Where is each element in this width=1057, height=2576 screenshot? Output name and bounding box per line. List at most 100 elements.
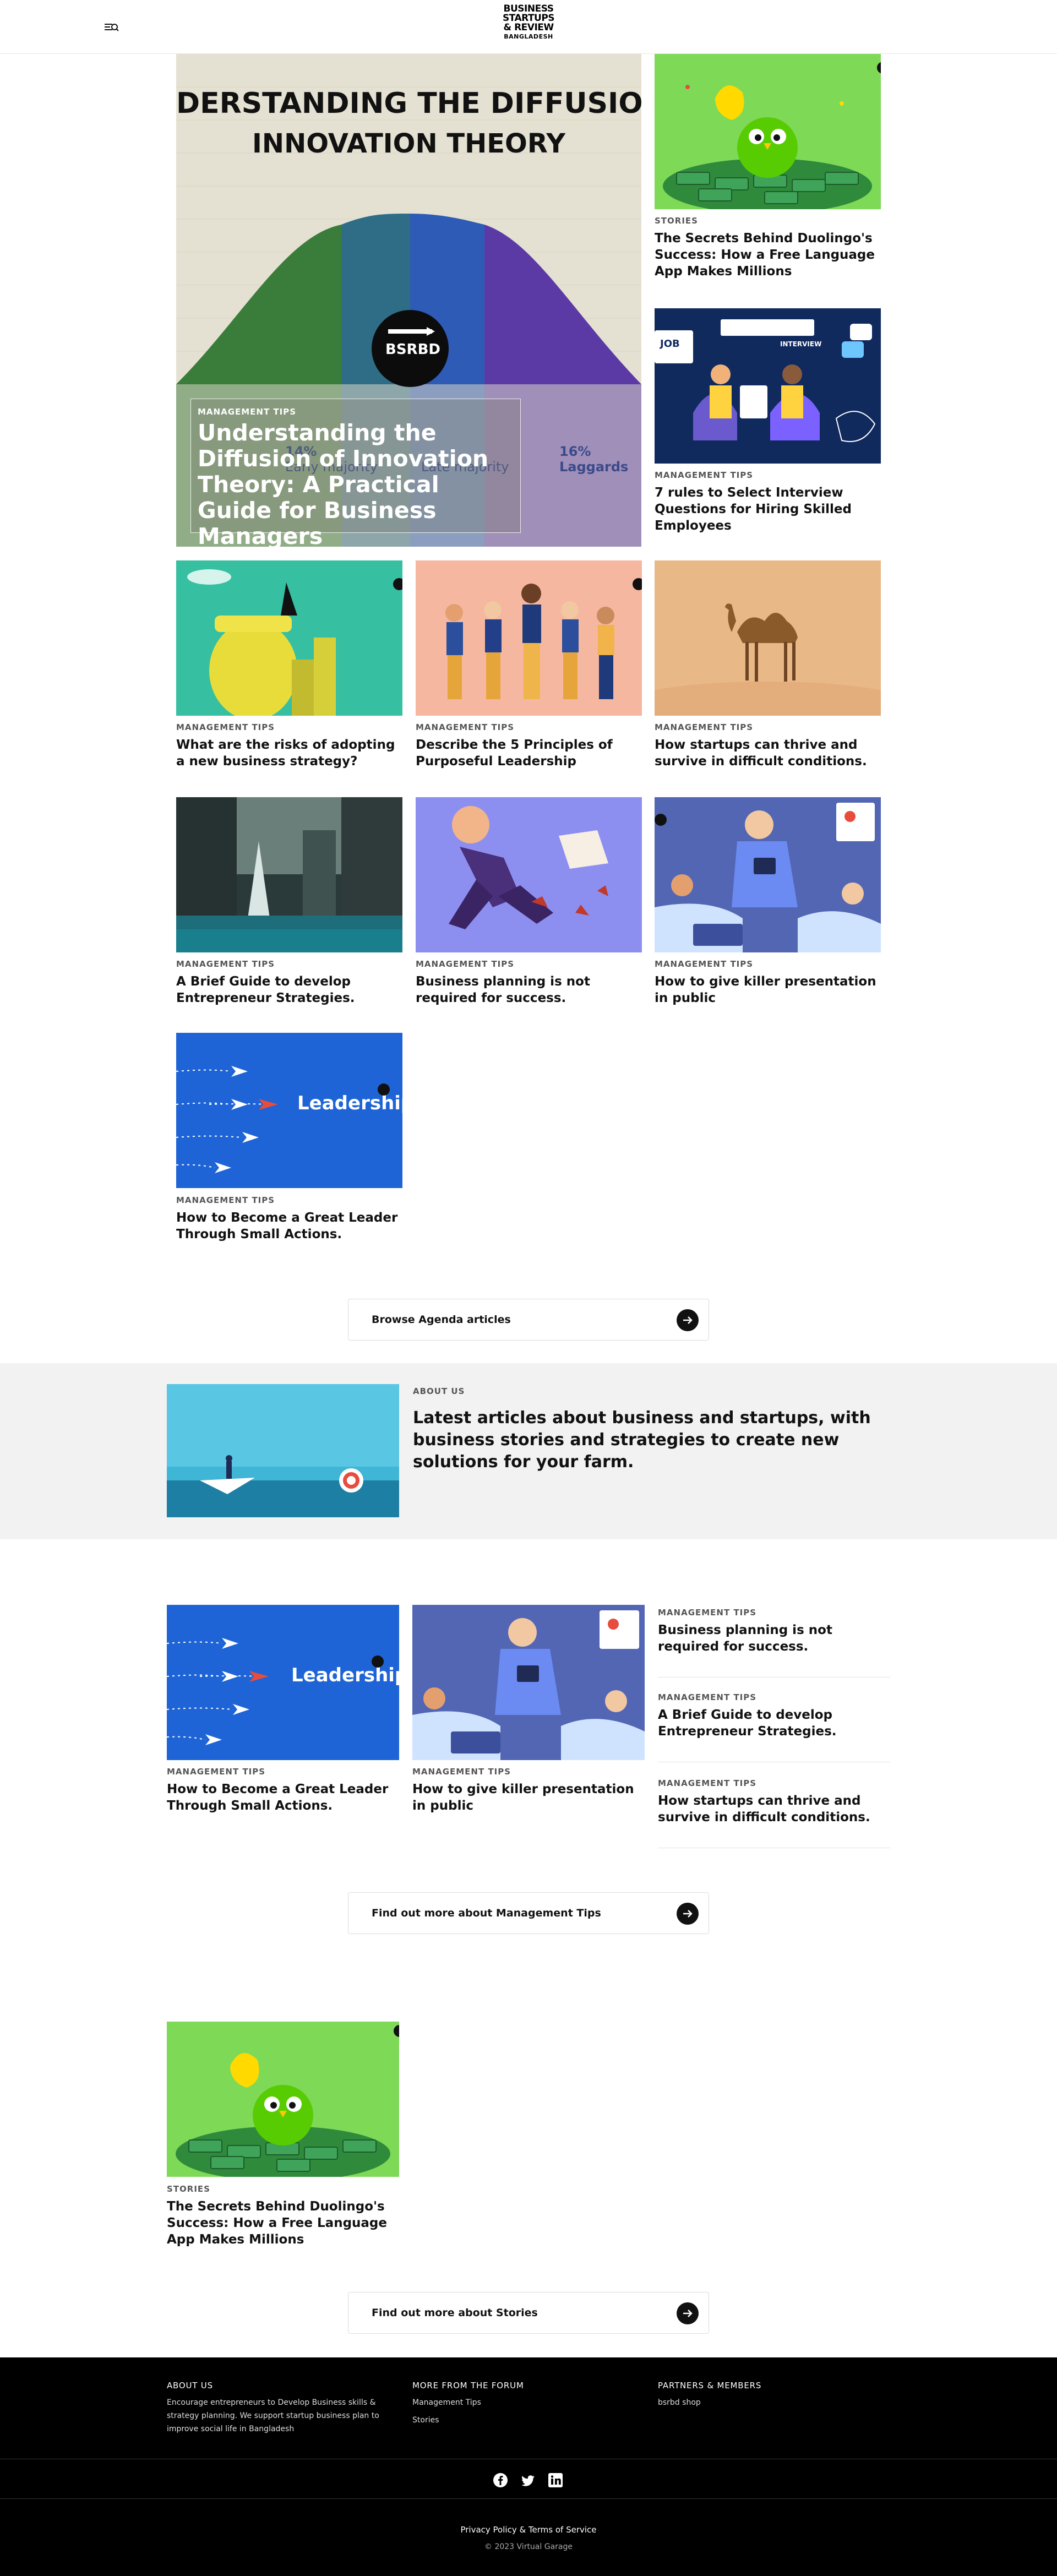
grid-article-3-image[interactable] (655, 560, 881, 716)
site-footer: ABOUT US Encourage entrepreneurs to Deve… (0, 2357, 1057, 2576)
grid-article-3-category: MANAGEMENT TIPS (655, 722, 754, 732)
presentation-image (412, 1605, 645, 1760)
footer-copyright: © 2023 Virtual Garage (484, 2542, 573, 2551)
side-article-2-category: MANAGEMENT TIPS (655, 470, 754, 480)
hero-badge-text: BSRBD (385, 341, 440, 358)
footer-link-stories[interactable]: Stories (412, 2414, 439, 2427)
menu-search-icon[interactable] (101, 19, 121, 35)
image-corner-badge (393, 578, 402, 590)
grid-article-7-image-text: Leadership (297, 1092, 402, 1114)
grid-article-3-title[interactable]: How startups can thrive and survive in d… (655, 737, 881, 770)
grid-article-5-title[interactable]: Business planning is not required for su… (416, 973, 642, 1006)
grid-article-6-image[interactable] (655, 797, 881, 952)
mgmt-list-1-title[interactable]: Business planning is not required for su… (658, 1622, 890, 1655)
footer-col1-heading: ABOUT US (167, 2381, 213, 2390)
footer-legal-link[interactable]: Privacy Policy & Terms of Service (0, 2525, 1057, 2535)
footer-col3-heading: PARTNERS & MEMBERS (658, 2381, 762, 2390)
mgmt-card-1-image-text: Leadership (291, 1664, 399, 1686)
side-article-2-image[interactable]: JOB INTERVIEW (655, 308, 881, 464)
footer-col2-heading: MORE FROM THE FORUM (412, 2381, 524, 2390)
hero-card[interactable]: DERSTANDING THE DIFFUSION O INNOVATION T… (176, 54, 641, 547)
image-corner-badge (633, 578, 642, 590)
mgmt-list-2-title[interactable]: A Brief Guide to develop Entrepreneur St… (658, 1707, 890, 1740)
mgmt-card-2-title[interactable]: How to give killer presentation in publi… (412, 1781, 645, 1814)
stories-card-title[interactable]: The Secrets Behind Duolingo's Success: H… (167, 2198, 399, 2248)
linkedin-icon[interactable] (547, 2472, 564, 2488)
about-section: ABOUT US Latest articles about business … (0, 1363, 1057, 1539)
mgmt-card-1-title[interactable]: How to Become a Great Leader Through Sma… (167, 1781, 399, 1814)
mgmt-more-button[interactable]: Find out more about Management Tips (348, 1892, 709, 1934)
ruins-landscape-image (176, 797, 402, 952)
side-article-1-image[interactable] (655, 54, 881, 209)
grid-article-7-category: MANAGEMENT TIPS (176, 1195, 275, 1205)
grid-article-1-title[interactable]: What are the risks of adopting a new bus… (176, 737, 402, 770)
grid-article-7-title[interactable]: How to Become a Great Leader Through Sma… (176, 1210, 402, 1243)
side-article-1-category: STORIES (655, 216, 698, 226)
duolingo-image (655, 54, 881, 209)
mgmt-card-1-image[interactable]: Leadership (167, 1605, 399, 1760)
grid-article-6-title[interactable]: How to give killer presentation in publi… (655, 973, 881, 1006)
side-article-1-title[interactable]: The Secrets Behind Duolingo's Success: H… (655, 230, 881, 280)
mgmt-list-3-title[interactable]: How startups can thrive and survive in d… (658, 1793, 890, 1826)
mgmt-list-1-category: MANAGEMENT TIPS (658, 1608, 757, 1618)
divider (658, 1677, 890, 1678)
mgmt-card-1-category: MANAGEMENT TIPS (167, 1767, 266, 1777)
arrow-right-icon (677, 1309, 699, 1331)
image-corner-badge (372, 1655, 384, 1668)
grid-article-2-image[interactable] (416, 560, 642, 716)
presentation-image (655, 797, 881, 952)
duolingo-image (167, 2022, 399, 2177)
grid-article-1-image[interactable] (176, 560, 402, 716)
about-label: ABOUT US (413, 1386, 465, 1396)
image-corner-badge (378, 1083, 390, 1096)
browse-agenda-label: Browse Agenda articles (372, 1314, 511, 1326)
mgmt-more-label: Find out more about Management Tips (372, 1907, 601, 1919)
footer-link-bsrbd-shop[interactable]: bsrbd shop (658, 2396, 701, 2409)
about-image (167, 1384, 399, 1517)
about-text: Latest articles about business and start… (413, 1408, 871, 1472)
twitter-icon[interactable] (520, 2472, 536, 2488)
stories-more-label: Find out more about Stories (372, 2307, 538, 2319)
logo-line4: BANGLADESH (504, 33, 553, 40)
footer-link-management-tips[interactable]: Management Tips (412, 2396, 481, 2409)
hero-category: MANAGEMENT TIPS (198, 407, 297, 417)
hero-chart-label-5: Laggards (559, 459, 629, 475)
grid-article-5-image[interactable] (416, 797, 642, 952)
arrow-right-icon (677, 2302, 699, 2324)
grid-article-6-category: MANAGEMENT TIPS (655, 959, 754, 969)
grid-article-4-image[interactable] (176, 797, 402, 952)
strategy-image (176, 560, 402, 716)
stories-card-image[interactable] (167, 2022, 399, 2177)
mgmt-card-2-image[interactable] (412, 1605, 645, 1760)
image-corner-badge (655, 814, 667, 826)
grid-article-4-category: MANAGEMENT TIPS (176, 959, 275, 969)
mgmt-card-2-category: MANAGEMENT TIPS (412, 1767, 511, 1777)
hero-image-heading-1: DERSTANDING THE DIFFUSION O (176, 87, 641, 120)
grid-article-4-title[interactable]: A Brief Guide to develop Entrepreneur St… (176, 973, 402, 1006)
interview-image (655, 308, 881, 464)
site-logo[interactable]: BUSINESS STARTUPS & REVIEW BANGLADESH (502, 4, 555, 50)
arrow-right-icon (677, 1903, 699, 1925)
leadership-team-image (416, 560, 642, 716)
side-article-2-title[interactable]: 7 rules to Select Interview Questions fo… (655, 484, 881, 534)
interview-image-interview-text: INTERVIEW (780, 340, 822, 348)
grid-article-5-category: MANAGEMENT TIPS (416, 959, 515, 969)
camel-desert-image (655, 560, 881, 716)
browse-agenda-button[interactable]: Browse Agenda articles (348, 1299, 709, 1341)
hero-chart-label-4: 16% (559, 444, 591, 459)
grid-article-7-image[interactable]: Leadership (176, 1033, 402, 1188)
hero-image-heading-2: INNOVATION THEORY (252, 128, 565, 159)
site-header: BUSINESS STARTUPS & REVIEW BANGLADESH (0, 0, 1057, 54)
hero-title[interactable]: Understanding the Diffusion of Innovatio… (198, 420, 517, 547)
interview-image-job-text: JOB (660, 338, 680, 350)
grid-article-2-title[interactable]: Describe the 5 Principles of Purposeful … (416, 737, 642, 770)
grid-article-2-category: MANAGEMENT TIPS (416, 722, 515, 732)
paper-plane-target-image (167, 1384, 399, 1517)
facebook-icon[interactable] (492, 2472, 509, 2488)
stories-more-button[interactable]: Find out more about Stories (348, 2292, 709, 2334)
logo-line3: & REVIEW (503, 22, 554, 33)
mgmt-list-2-category: MANAGEMENT TIPS (658, 1692, 757, 1702)
footer-divider (0, 2498, 1057, 2499)
grid-article-1-category: MANAGEMENT TIPS (176, 722, 275, 732)
mgmt-list-3-category: MANAGEMENT TIPS (658, 1778, 757, 1788)
